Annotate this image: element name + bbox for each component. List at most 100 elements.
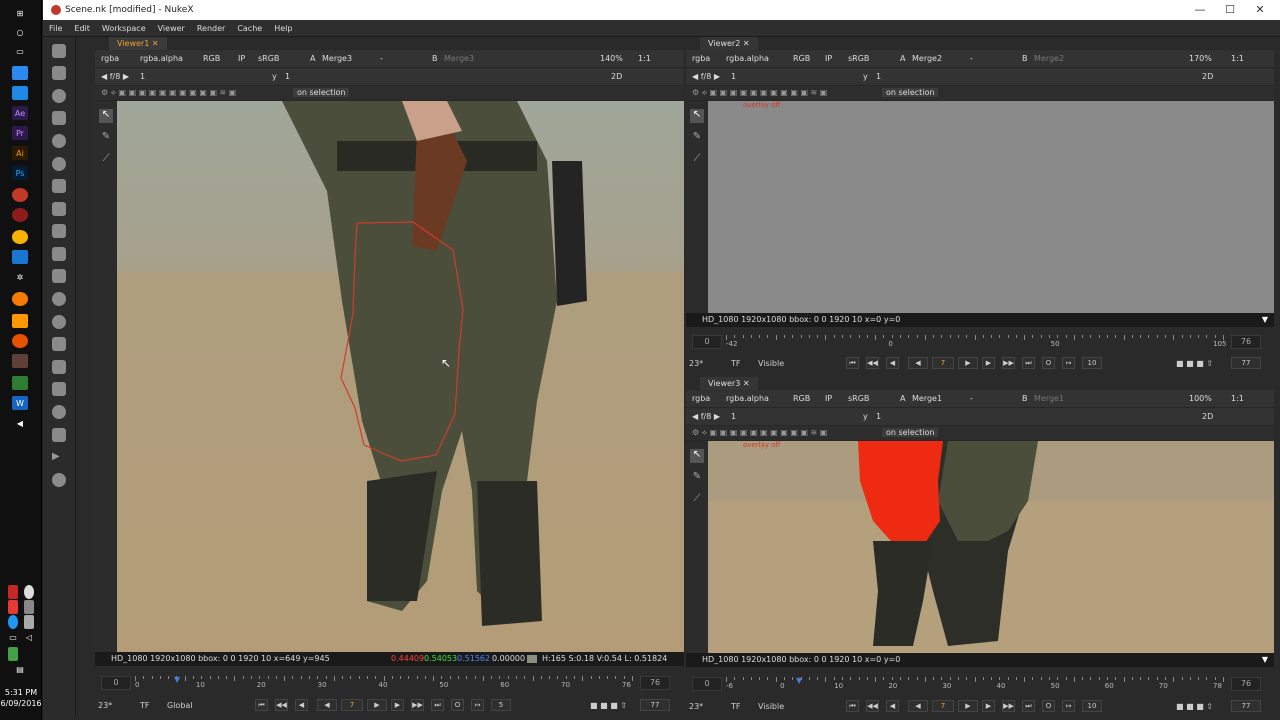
- viewer3-zoom-dropdown[interactable]: 100%: [1189, 394, 1212, 403]
- viewer2-current-frame[interactable]: 7: [932, 357, 954, 369]
- viewer2-select-tool-icon[interactable]: ↖: [690, 109, 704, 123]
- viewer3-info-menu-icon[interactable]: ▼: [1262, 653, 1268, 667]
- viewer1-fps-dropdown[interactable]: 23*: [98, 701, 112, 710]
- viewer2-lut-dropdown[interactable]: sRGB: [848, 54, 869, 63]
- viewer2-ip-button[interactable]: IP: [825, 54, 832, 63]
- photoshop-icon[interactable]: Ps: [12, 166, 28, 180]
- viewer2-mode-dropdown[interactable]: 2D: [1202, 72, 1213, 81]
- windows-start-icon[interactable]: ⊞: [12, 6, 28, 20]
- viewer1-mode-dropdown[interactable]: 2D: [611, 72, 622, 81]
- viewer2-frame-field[interactable]: 1: [731, 72, 736, 81]
- viewer2-first-frame-button[interactable]: ⏮: [846, 357, 859, 369]
- viewer3-blend-dropdown[interactable]: -: [970, 394, 973, 403]
- viewer1-selection-dropdown[interactable]: on selection: [293, 88, 350, 97]
- draw-nodes-icon[interactable]: [52, 66, 66, 80]
- menu-workspace[interactable]: Workspace: [96, 20, 152, 37]
- viewer1-y-field[interactable]: 1: [285, 72, 290, 81]
- illustrator-icon[interactable]: Ai: [12, 146, 28, 160]
- nukex-icon[interactable]: [12, 208, 28, 222]
- settings-icon[interactable]: ✲: [12, 270, 28, 284]
- viewer3-b-input-dropdown[interactable]: Merge1: [1034, 394, 1064, 403]
- viewer3-play-back-button[interactable]: ◀: [908, 700, 928, 712]
- viewer3-brush-tool-icon[interactable]: ⟋: [690, 493, 704, 507]
- minimize-button[interactable]: —: [1193, 3, 1207, 17]
- app-icon[interactable]: [12, 250, 28, 264]
- word-icon[interactable]: W: [12, 396, 28, 410]
- viewer3-select-tool-icon[interactable]: ↖: [690, 449, 704, 463]
- cortana-icon[interactable]: ○: [12, 25, 28, 39]
- menu-render[interactable]: Render: [191, 20, 231, 37]
- viewer3-bezier-tool-icon[interactable]: ✎: [690, 471, 704, 485]
- viewer2-play-button[interactable]: ▶: [958, 357, 978, 369]
- viewer3-mode-dropdown[interactable]: 2D: [1202, 412, 1213, 421]
- particles-nodes-icon[interactable]: [52, 269, 66, 283]
- viewer3-skip-button[interactable]: ↦: [1062, 700, 1075, 712]
- viewer1-timeline[interactable]: 0 76 0 10 20 30 40 50 60 70 76 ▼ 23* TF Global ⏮…: [95, 666, 684, 716]
- viewer3-next-frame-button[interactable]: ▶: [982, 700, 995, 712]
- viewer3-start-frame[interactable]: 0: [692, 677, 722, 691]
- viewer2-prev-frame-button[interactable]: ◀: [886, 357, 899, 369]
- viewer1-alpha-dropdown[interactable]: rgba.alpha: [140, 54, 183, 63]
- furnace-nodes-icon[interactable]: [52, 405, 66, 419]
- filter-nodes-icon[interactable]: [52, 157, 66, 171]
- menu-file[interactable]: File: [43, 20, 68, 37]
- tray-icon-5[interactable]: [8, 615, 18, 629]
- speaker-icon[interactable]: ◀: [12, 416, 28, 430]
- keyer-nodes-icon[interactable]: [52, 179, 66, 193]
- viewer3-ip-button[interactable]: IP: [825, 394, 832, 403]
- network-icon[interactable]: ▭: [8, 630, 18, 644]
- viewer2-loop-button[interactable]: O: [1042, 357, 1055, 369]
- viewer1-colorspace-dropdown[interactable]: RGB: [203, 54, 220, 63]
- viewer3-lut-dropdown[interactable]: sRGB: [848, 394, 869, 403]
- menu-cache[interactable]: Cache: [231, 20, 268, 37]
- viewer2-cache-icons[interactable]: ■ ■ ■ ⇧: [1176, 359, 1213, 368]
- viewer3-playhead-icon[interactable]: ▼: [796, 676, 802, 685]
- tray-icon-2[interactable]: [24, 585, 34, 599]
- viewer1-current-frame[interactable]: 7: [341, 699, 363, 711]
- viewer3-channels-dropdown[interactable]: rgba: [692, 394, 710, 403]
- viewer3-roto-tools-icons[interactable]: ⚙ ⟡ ▣ ▣ ▣ ▣ ▣ ▣ ▣ ▣ ▣ ▣ ≋ ▣: [692, 428, 827, 438]
- viewer3-a-input-dropdown[interactable]: Merge1: [912, 394, 942, 403]
- viewer1-end-frame-field[interactable]: 77: [640, 699, 670, 711]
- tray-icon-4[interactable]: [24, 600, 34, 614]
- menu-edit[interactable]: Edit: [68, 20, 96, 37]
- play-icon[interactable]: ▶: [52, 451, 66, 465]
- nuke-icon[interactable]: [12, 188, 28, 202]
- vlc-icon[interactable]: [12, 314, 28, 328]
- other-nodes-icon[interactable]: [52, 382, 66, 396]
- viewer2-brush-tool-icon[interactable]: ⟋: [690, 153, 704, 167]
- excel-icon[interactable]: [12, 376, 28, 390]
- viewer2-start-frame[interactable]: 0: [692, 335, 722, 349]
- viewer3-play-button[interactable]: ▶: [958, 700, 978, 712]
- viewer2-next-frame-button[interactable]: ▶: [982, 357, 995, 369]
- viewer3-current-frame[interactable]: 7: [932, 700, 954, 712]
- chrome-icon[interactable]: [12, 230, 28, 244]
- viewer3-image[interactable]: overlay off: [708, 441, 1274, 653]
- task-view-icon[interactable]: ▭: [12, 44, 28, 58]
- viewer2-last-frame-button[interactable]: ⏭: [1022, 357, 1035, 369]
- viewer2-zoom-dropdown[interactable]: 170%: [1189, 54, 1212, 63]
- gizmo-nodes-icon[interactable]: [52, 473, 66, 487]
- viewer3-fps-dropdown[interactable]: 23*: [689, 702, 703, 711]
- viewer3-last-frame-button[interactable]: ⏭: [1022, 700, 1035, 712]
- app2-icon[interactable]: [12, 354, 28, 368]
- viewer2-timeline[interactable]: 0 76 -42 0 50 105 23* TF Visible ⏮ ◀◀ ◀ ◀ 7…: [686, 327, 1274, 372]
- viewer1-ip-button[interactable]: IP: [238, 54, 245, 63]
- viewer2-roto-tools-icons[interactable]: ⚙ ⟡ ▣ ▣ ▣ ▣ ▣ ▣ ▣ ▣ ▣ ▣ ≋ ▣: [692, 88, 827, 98]
- viewer1-first-frame-button[interactable]: ⏮: [255, 699, 268, 711]
- viewer3-tf-dropdown[interactable]: TF: [731, 702, 741, 711]
- viewer3-loop-button[interactable]: O: [1042, 700, 1055, 712]
- viewer2-ratio-dropdown[interactable]: 1:1: [1231, 54, 1244, 63]
- viewer2-skip-button[interactable]: ↦: [1062, 357, 1075, 369]
- viewer3-prev-key-button[interactable]: ◀◀: [866, 700, 879, 712]
- transform-nodes-icon[interactable]: [52, 224, 66, 238]
- viewer2-colorspace-dropdown[interactable]: RGB: [793, 54, 810, 63]
- viewer1-prev-frame-button[interactable]: ◀: [295, 699, 308, 711]
- select-tool-icon[interactable]: ↖: [99, 109, 113, 123]
- viewer3-colorspace-dropdown[interactable]: RGB: [793, 394, 810, 403]
- menu-viewer[interactable]: Viewer: [152, 20, 191, 37]
- viewer1-play-button[interactable]: ▶: [367, 699, 387, 711]
- viewer1-fstop-control[interactable]: ◀ f/8 ▶: [101, 72, 129, 81]
- viewer2-ruler[interactable]: -42 0 50 105: [726, 335, 1226, 349]
- viewer2-next-key-button[interactable]: ▶▶: [1002, 357, 1015, 369]
